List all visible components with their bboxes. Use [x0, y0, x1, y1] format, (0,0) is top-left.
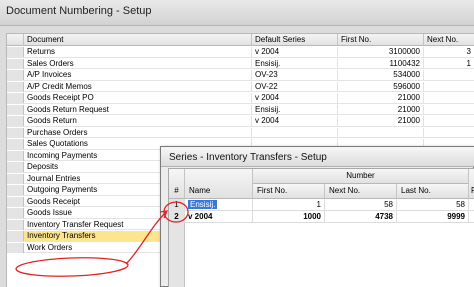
row-number — [7, 185, 24, 195]
row-number: 1 — [169, 199, 185, 211]
dialog-title: Series - Inventory Transfers - Setup — [169, 152, 327, 163]
row-number — [7, 139, 24, 149]
next-no-cell[interactable]: 58 — [325, 199, 397, 211]
series-row[interactable]: 1 Ensisij. 1 58 58 — [169, 199, 474, 211]
header-number-group: Number — [253, 169, 469, 184]
row-number — [7, 150, 24, 161]
table-row[interactable]: Goods Return Request Ensisij. 21000 — [7, 104, 474, 115]
header-prefix[interactable]: Pr — [469, 169, 474, 199]
first-no-cell[interactable]: 1000 — [253, 211, 325, 223]
next-no-cell[interactable]: 3 — [424, 47, 474, 57]
next-no-cell[interactable] — [424, 93, 474, 103]
first-no-cell[interactable]: 21000 — [338, 116, 424, 126]
first-no-cell[interactable] — [338, 127, 424, 138]
next-no-cell[interactable] — [424, 105, 474, 115]
document-cell[interactable]: Goods Return — [24, 116, 252, 126]
dialog-titlebar: Series - Inventory Transfers - Setup — [161, 147, 474, 167]
header-num: # — [169, 169, 185, 199]
default-series-cell[interactable]: OV-23 — [252, 70, 338, 80]
header-default-series[interactable]: Default Series — [252, 34, 338, 46]
last-no-cell[interactable]: 58 — [397, 199, 469, 211]
row-number — [7, 104, 24, 115]
series-table: # Name Number First No. Next No. Last No… — [168, 168, 474, 287]
series-setup-dialog: Series - Inventory Transfers - Setup # N… — [160, 146, 474, 287]
row-number — [7, 196, 24, 207]
document-cell[interactable]: Sales Orders — [24, 58, 252, 69]
default-series-cell[interactable]: Ensisij. — [252, 104, 338, 115]
document-numbering-window: Document Numbering - Setup Document Defa… — [0, 0, 474, 287]
series-name-cell[interactable]: Ensisij. — [185, 199, 253, 211]
table-row[interactable]: Returns v 2004 3100000 3 — [7, 47, 474, 58]
row-number — [7, 162, 24, 172]
row-number — [7, 219, 24, 230]
first-no-cell[interactable]: 21000 — [338, 93, 424, 103]
next-no-cell[interactable] — [424, 70, 474, 80]
table-row[interactable]: Sales Orders Ensisij. 1100432 1 — [7, 58, 474, 69]
series-name-cell[interactable]: v 2004 — [185, 211, 253, 223]
header-first-no[interactable]: First No. — [253, 184, 325, 199]
table-row[interactable]: Goods Return v 2004 21000 — [7, 116, 474, 127]
window-titlebar: Document Numbering - Setup — [0, 0, 474, 26]
row-number — [7, 242, 24, 253]
first-no-cell[interactable]: 596000 — [338, 81, 424, 92]
next-no-cell[interactable] — [424, 128, 474, 138]
row-header-empty-area — [169, 223, 185, 287]
next-no-cell[interactable]: 4738 — [325, 211, 397, 223]
document-cell[interactable]: Goods Receipt PO — [24, 93, 252, 103]
row-number — [7, 208, 24, 218]
first-no-cell[interactable]: 21000 — [338, 104, 424, 115]
series-name-value[interactable]: Ensisij. — [188, 200, 218, 209]
default-series-cell[interactable]: Ensisij. — [252, 58, 338, 69]
row-number — [7, 231, 24, 241]
row-number — [7, 116, 24, 126]
document-cell[interactable]: Purchase Orders — [24, 127, 252, 138]
row-number: 2 — [169, 211, 185, 223]
window-title: Document Numbering - Setup — [6, 5, 152, 17]
row-number — [7, 127, 24, 138]
row-number — [7, 93, 24, 103]
series-row[interactable]: 2 v 2004 1000 4738 9999 — [169, 211, 474, 223]
first-no-cell[interactable]: 3100000 — [338, 47, 424, 57]
next-no-cell[interactable] — [424, 82, 474, 92]
header-next-no[interactable]: Next No. — [424, 34, 474, 46]
table-row[interactable]: Purchase Orders — [7, 127, 474, 138]
table-row[interactable]: A/P Credit Memos OV-22 596000 — [7, 81, 474, 92]
default-series-cell[interactable]: v 2004 — [252, 116, 338, 126]
first-no-cell[interactable]: 1100432 — [338, 58, 424, 69]
prefix-cell[interactable] — [469, 211, 474, 223]
prefix-cell[interactable] — [469, 199, 474, 211]
header-last-no[interactable]: Last No. — [397, 184, 469, 199]
header-next-no[interactable]: Next No. — [325, 184, 397, 199]
row-number — [7, 70, 24, 80]
default-series-cell[interactable]: v 2004 — [252, 93, 338, 103]
last-no-cell[interactable]: 9999 — [397, 211, 469, 223]
first-no-cell[interactable]: 1 — [253, 199, 325, 211]
row-number — [7, 173, 24, 184]
document-cell[interactable]: A/P Credit Memos — [24, 81, 252, 92]
next-no-cell[interactable]: 1 — [424, 59, 474, 69]
table-row[interactable]: A/P Invoices OV-23 534000 — [7, 70, 474, 81]
default-series-cell[interactable] — [252, 127, 338, 138]
header-name[interactable]: Name — [185, 169, 253, 199]
default-series-cell[interactable]: OV-22 — [252, 81, 338, 92]
first-no-cell[interactable]: 534000 — [338, 70, 424, 80]
document-cell[interactable]: Goods Return Request — [24, 104, 252, 115]
table-row[interactable]: Goods Receipt PO v 2004 21000 — [7, 93, 474, 104]
header-first-no[interactable]: First No. — [338, 34, 424, 46]
row-number — [7, 47, 24, 57]
next-no-cell[interactable] — [424, 116, 474, 126]
header-document[interactable]: Document — [24, 34, 252, 46]
header-row-number — [7, 34, 24, 46]
row-number — [7, 58, 24, 69]
default-series-cell[interactable]: v 2004 — [252, 47, 338, 57]
document-cell[interactable]: A/P Invoices — [24, 70, 252, 80]
row-number — [7, 81, 24, 92]
document-cell[interactable]: Returns — [24, 47, 252, 57]
